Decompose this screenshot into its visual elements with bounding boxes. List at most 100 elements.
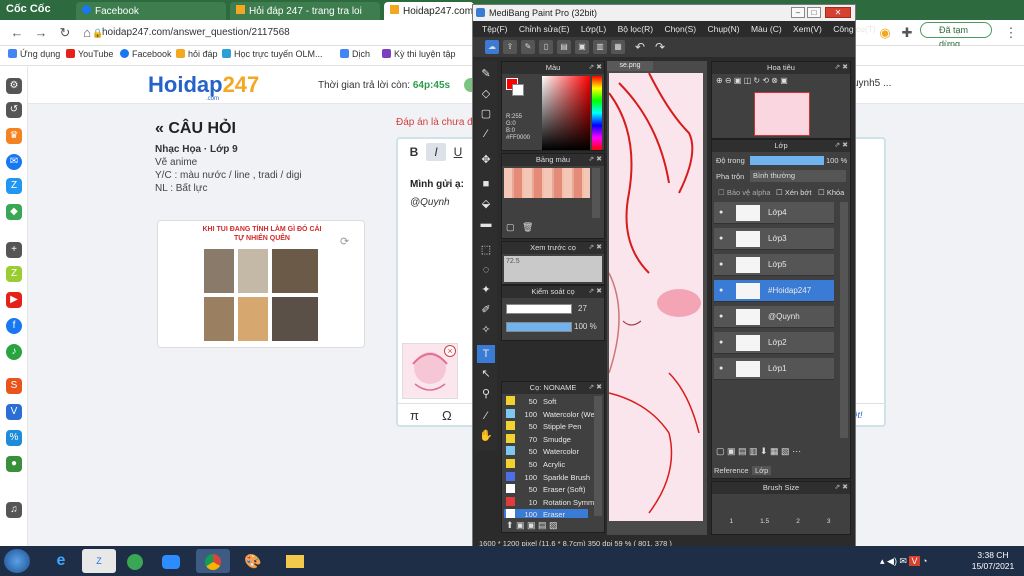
visibility-eye-icon[interactable]: ●: [719, 280, 723, 302]
divide-tool-icon[interactable]: ⁄: [477, 407, 495, 425]
bookmark-translate[interactable]: Dịch: [340, 49, 370, 59]
brush-size-ticks[interactable]: 1 1.5 2 3: [716, 518, 844, 525]
coccoc-icon[interactable]: [118, 549, 152, 573]
layer-row[interactable]: ● Lớp1: [714, 358, 834, 380]
turtle-icon[interactable]: ●: [6, 456, 22, 472]
brush-item[interactable]: 100 Eraser: [504, 509, 588, 518]
add-brush-icon[interactable]: ⬆ ▣ ▣ ▤ ▨: [506, 520, 558, 531]
layer-row[interactable]: ● @Quynh: [714, 306, 834, 328]
brush-item[interactable]: 50 Watercolor: [504, 446, 588, 458]
saturation-value-picker[interactable]: [542, 76, 590, 150]
new-palette-icon[interactable]: ▢: [506, 222, 518, 234]
address-bar[interactable]: hoidap247.com/answer_question/2117568: [102, 24, 482, 42]
bookmark-facebook[interactable]: Facebook: [120, 49, 172, 59]
question-image-card[interactable]: KHI TUI ĐANG TÍNH LÀM GÌ ĐÓ CÁI TỰ NHIÊN…: [157, 220, 365, 348]
settings-icon[interactable]: ⚙: [6, 78, 22, 94]
forward-arrow-icon[interactable]: →: [32, 24, 50, 42]
pi-symbol-button[interactable]: π: [410, 408, 419, 423]
select-tool-icon[interactable]: ⬚: [477, 241, 495, 259]
menu-edit[interactable]: Chỉnh sửa(E): [519, 24, 570, 34]
maximize-button[interactable]: □: [807, 7, 821, 18]
brush-item[interactable]: 50 Soft: [504, 396, 588, 408]
brush-item[interactable]: 10 Rotation Symmetry: [504, 496, 602, 509]
crown-icon[interactable]: ♛: [6, 128, 22, 144]
navigator-thumbnail[interactable]: [754, 92, 810, 136]
brush-item[interactable]: 100 Watercolor (Wet): [504, 408, 599, 421]
layer-row[interactable]: ● #Hoidap247: [714, 280, 834, 302]
paint-icon[interactable]: 🎨: [236, 549, 270, 573]
visibility-eye-icon[interactable]: ●: [719, 306, 723, 328]
visibility-eye-icon[interactable]: ●: [719, 332, 723, 354]
puzzle-extension-icon[interactable]: ✚: [898, 24, 916, 42]
bucket-tool-icon[interactable]: ⬙: [477, 195, 495, 213]
layer-row[interactable]: ● Lớp4: [714, 202, 834, 224]
zalo-icon[interactable]: Z: [6, 178, 22, 194]
brush-item[interactable]: 50 Acrylic: [504, 459, 588, 471]
menu-select[interactable]: Chọn(S): [664, 24, 696, 34]
layer-scrollbar[interactable]: [840, 202, 848, 438]
tab-hoidap-home[interactable]: Hoidap247.com: [384, 2, 474, 20]
tab-facebook[interactable]: Facebook: [76, 2, 226, 20]
rotate-icon[interactable]: ⟳: [340, 235, 349, 248]
visibility-eye-icon[interactable]: ●: [719, 228, 723, 250]
select-pen-tool-icon[interactable]: ✐: [477, 301, 495, 319]
menu-color[interactable]: Màu (C): [751, 24, 782, 34]
remove-image-icon[interactable]: ×: [444, 345, 456, 357]
vtv-icon[interactable]: V: [6, 404, 22, 420]
bookmark-apps[interactable]: Ứng dụng: [8, 49, 60, 59]
move-tool-icon[interactable]: ✥: [477, 151, 495, 169]
magic-wand-tool-icon[interactable]: ✦: [477, 281, 495, 299]
eyedropper-tool-icon[interactable]: ⚲: [477, 385, 495, 403]
ie-icon[interactable]: e: [44, 549, 78, 573]
menu-capture[interactable]: Chụp(N): [707, 24, 739, 34]
lock-checkbox[interactable]: ☐ Khóa: [818, 188, 844, 197]
brush-item[interactable]: 50 Stipple Pen: [504, 421, 588, 433]
bookmark-olm[interactable]: Học trực tuyến OLM...: [222, 49, 323, 59]
brush-tool-icon[interactable]: ✎: [477, 65, 495, 83]
undo-icon[interactable]: ↶: [633, 40, 647, 54]
brush-item[interactable]: 100 Sparkle Brush: [504, 471, 590, 484]
share-icon[interactable]: ⇪: [503, 40, 517, 54]
drawing-canvas[interactable]: [609, 73, 703, 521]
visibility-eye-icon[interactable]: ●: [719, 202, 723, 224]
add-icon[interactable]: +: [6, 242, 22, 258]
zoom-icon[interactable]: [154, 549, 188, 573]
bookmark-hoidap[interactable]: hỏi đáp: [176, 49, 218, 59]
layer-row[interactable]: ● Lớp2: [714, 332, 834, 354]
youtube-icon[interactable]: ▶: [6, 292, 22, 308]
chat-icon[interactable]: ✎: [521, 40, 535, 54]
export-icon[interactable]: ▥: [593, 40, 607, 54]
z-app-icon[interactable]: Z: [6, 266, 22, 282]
select-eraser-tool-icon[interactable]: ✧: [477, 321, 495, 339]
cloud-icon[interactable]: ☁: [485, 40, 499, 54]
menu-view[interactable]: Xem(V): [793, 24, 822, 34]
visibility-eye-icon[interactable]: ●: [719, 254, 723, 276]
game-icon[interactable]: ◆: [6, 204, 22, 220]
clip-checkbox[interactable]: ☐ Xén bớt: [776, 188, 811, 197]
grid-icon[interactable]: ▦: [611, 40, 625, 54]
user-profile-button[interactable]: Đã tạm dừng: [920, 22, 992, 49]
operation-tool-icon[interactable]: ↖: [477, 365, 495, 383]
canvas-tab[interactable]: se.png: [607, 61, 653, 71]
brush-opacity-slider[interactable]: [506, 322, 572, 332]
zoom-meeting-icon[interactable]: Z: [82, 549, 116, 573]
brush-item[interactable]: 50 Eraser (Soft): [504, 484, 588, 496]
palette-scrollbar[interactable]: [592, 168, 600, 218]
brush-item[interactable]: 70 Smudge: [504, 433, 588, 446]
back-arrow-icon[interactable]: ←: [8, 24, 26, 42]
hue-slider[interactable]: [592, 76, 602, 150]
fill-rect-tool-icon[interactable]: ■: [477, 175, 495, 193]
menu-file[interactable]: Tệp(F): [482, 24, 508, 34]
new-file-icon[interactable]: ▯: [539, 40, 553, 54]
eraser-tool-icon[interactable]: ◇: [477, 85, 495, 103]
layer-row[interactable]: ● Lớp3: [714, 228, 834, 250]
hand-tool-icon[interactable]: ✋: [477, 427, 495, 445]
file-explorer-icon[interactable]: [278, 549, 312, 573]
save-icon[interactable]: ▣: [575, 40, 589, 54]
bookmark-youtube[interactable]: YouTube: [66, 49, 113, 59]
delete-palette-icon[interactable]: 🗑: [522, 222, 534, 234]
protect-alpha-checkbox[interactable]: ☐ Bảo vệ alpha: [718, 188, 771, 197]
shop-icon[interactable]: S: [6, 378, 22, 394]
menu-filter[interactable]: Bộ lọc(R): [618, 24, 653, 34]
reload-icon[interactable]: ↻: [56, 24, 74, 42]
